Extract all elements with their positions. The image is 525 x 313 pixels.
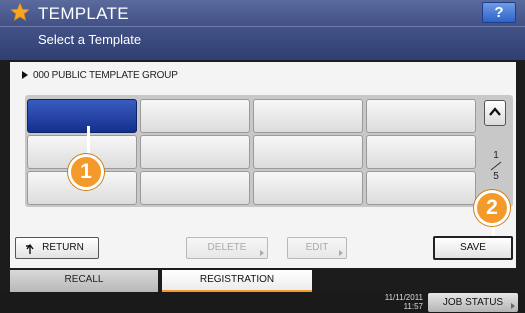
date-text: 11/11/2011 (384, 293, 423, 302)
template-group-label[interactable]: 000 PUBLIC TEMPLATE GROUP (22, 70, 178, 81)
template-tile[interactable] (140, 135, 250, 169)
template-grid: 1 5 (25, 95, 513, 207)
page-up-button[interactable] (484, 100, 506, 126)
template-tile[interactable] (27, 99, 137, 133)
page-current: 1 (493, 150, 499, 161)
corner-arrow-icon (260, 250, 264, 256)
template-tile[interactable] (140, 171, 250, 205)
template-tile[interactable] (366, 99, 476, 133)
status-bar: 11/11/2011 11:57 JOB STATUS (0, 292, 525, 313)
return-button[interactable]: RETURN (15, 237, 99, 259)
delete-label: DELETE (207, 242, 247, 253)
page-indicator: 1 5 (488, 150, 504, 182)
main-panel: 000 PUBLIC TEMPLATE GROUP 1 5 1 2 RETURN… (10, 62, 516, 268)
job-status-label: JOB STATUS (442, 297, 504, 308)
play-arrow-icon (22, 71, 28, 79)
header-divider (0, 26, 525, 27)
template-tile[interactable] (366, 135, 476, 169)
template-tile[interactable] (140, 99, 250, 133)
template-tile[interactable] (253, 99, 363, 133)
page-title: TEMPLATE (38, 4, 129, 23)
callout-badge-2: 2 (474, 190, 510, 226)
job-status-button[interactable]: JOB STATUS (428, 293, 518, 312)
tab-bar: RECALL REGISTRATION (0, 270, 525, 292)
corner-arrow-icon (339, 250, 343, 256)
page-total: 5 (493, 171, 499, 182)
return-arrow-icon (26, 243, 34, 254)
star-icon (10, 2, 30, 22)
corner-arrow-icon (511, 303, 515, 309)
header-bar: TEMPLATE Select a Template ? (0, 0, 525, 60)
edit-button[interactable]: EDIT (287, 237, 347, 259)
page-subtitle: Select a Template (38, 32, 142, 47)
save-label: SAVE (460, 242, 486, 253)
save-button[interactable]: SAVE (433, 236, 513, 260)
callout-badge-1: 1 (68, 154, 104, 190)
delete-button[interactable]: DELETE (186, 237, 268, 259)
tab-recall[interactable]: RECALL (10, 270, 158, 292)
chevron-up-icon (489, 107, 501, 116)
help-button[interactable]: ? (482, 2, 516, 23)
template-group-name: 000 PUBLIC TEMPLATE GROUP (33, 70, 178, 81)
return-label: RETURN (42, 242, 84, 253)
time-text: 11:57 (403, 302, 423, 311)
tab-registration[interactable]: REGISTRATION (162, 270, 312, 292)
screen-frame: TEMPLATE Select a Template ? 000 PUBLIC … (0, 0, 525, 313)
slash-divider (490, 161, 502, 171)
template-tile[interactable] (253, 135, 363, 169)
edit-label: EDIT (305, 242, 329, 253)
template-tile[interactable] (366, 171, 476, 205)
date-time-display: 11/11/2011 11:57 (375, 293, 423, 311)
template-tile[interactable] (253, 171, 363, 205)
